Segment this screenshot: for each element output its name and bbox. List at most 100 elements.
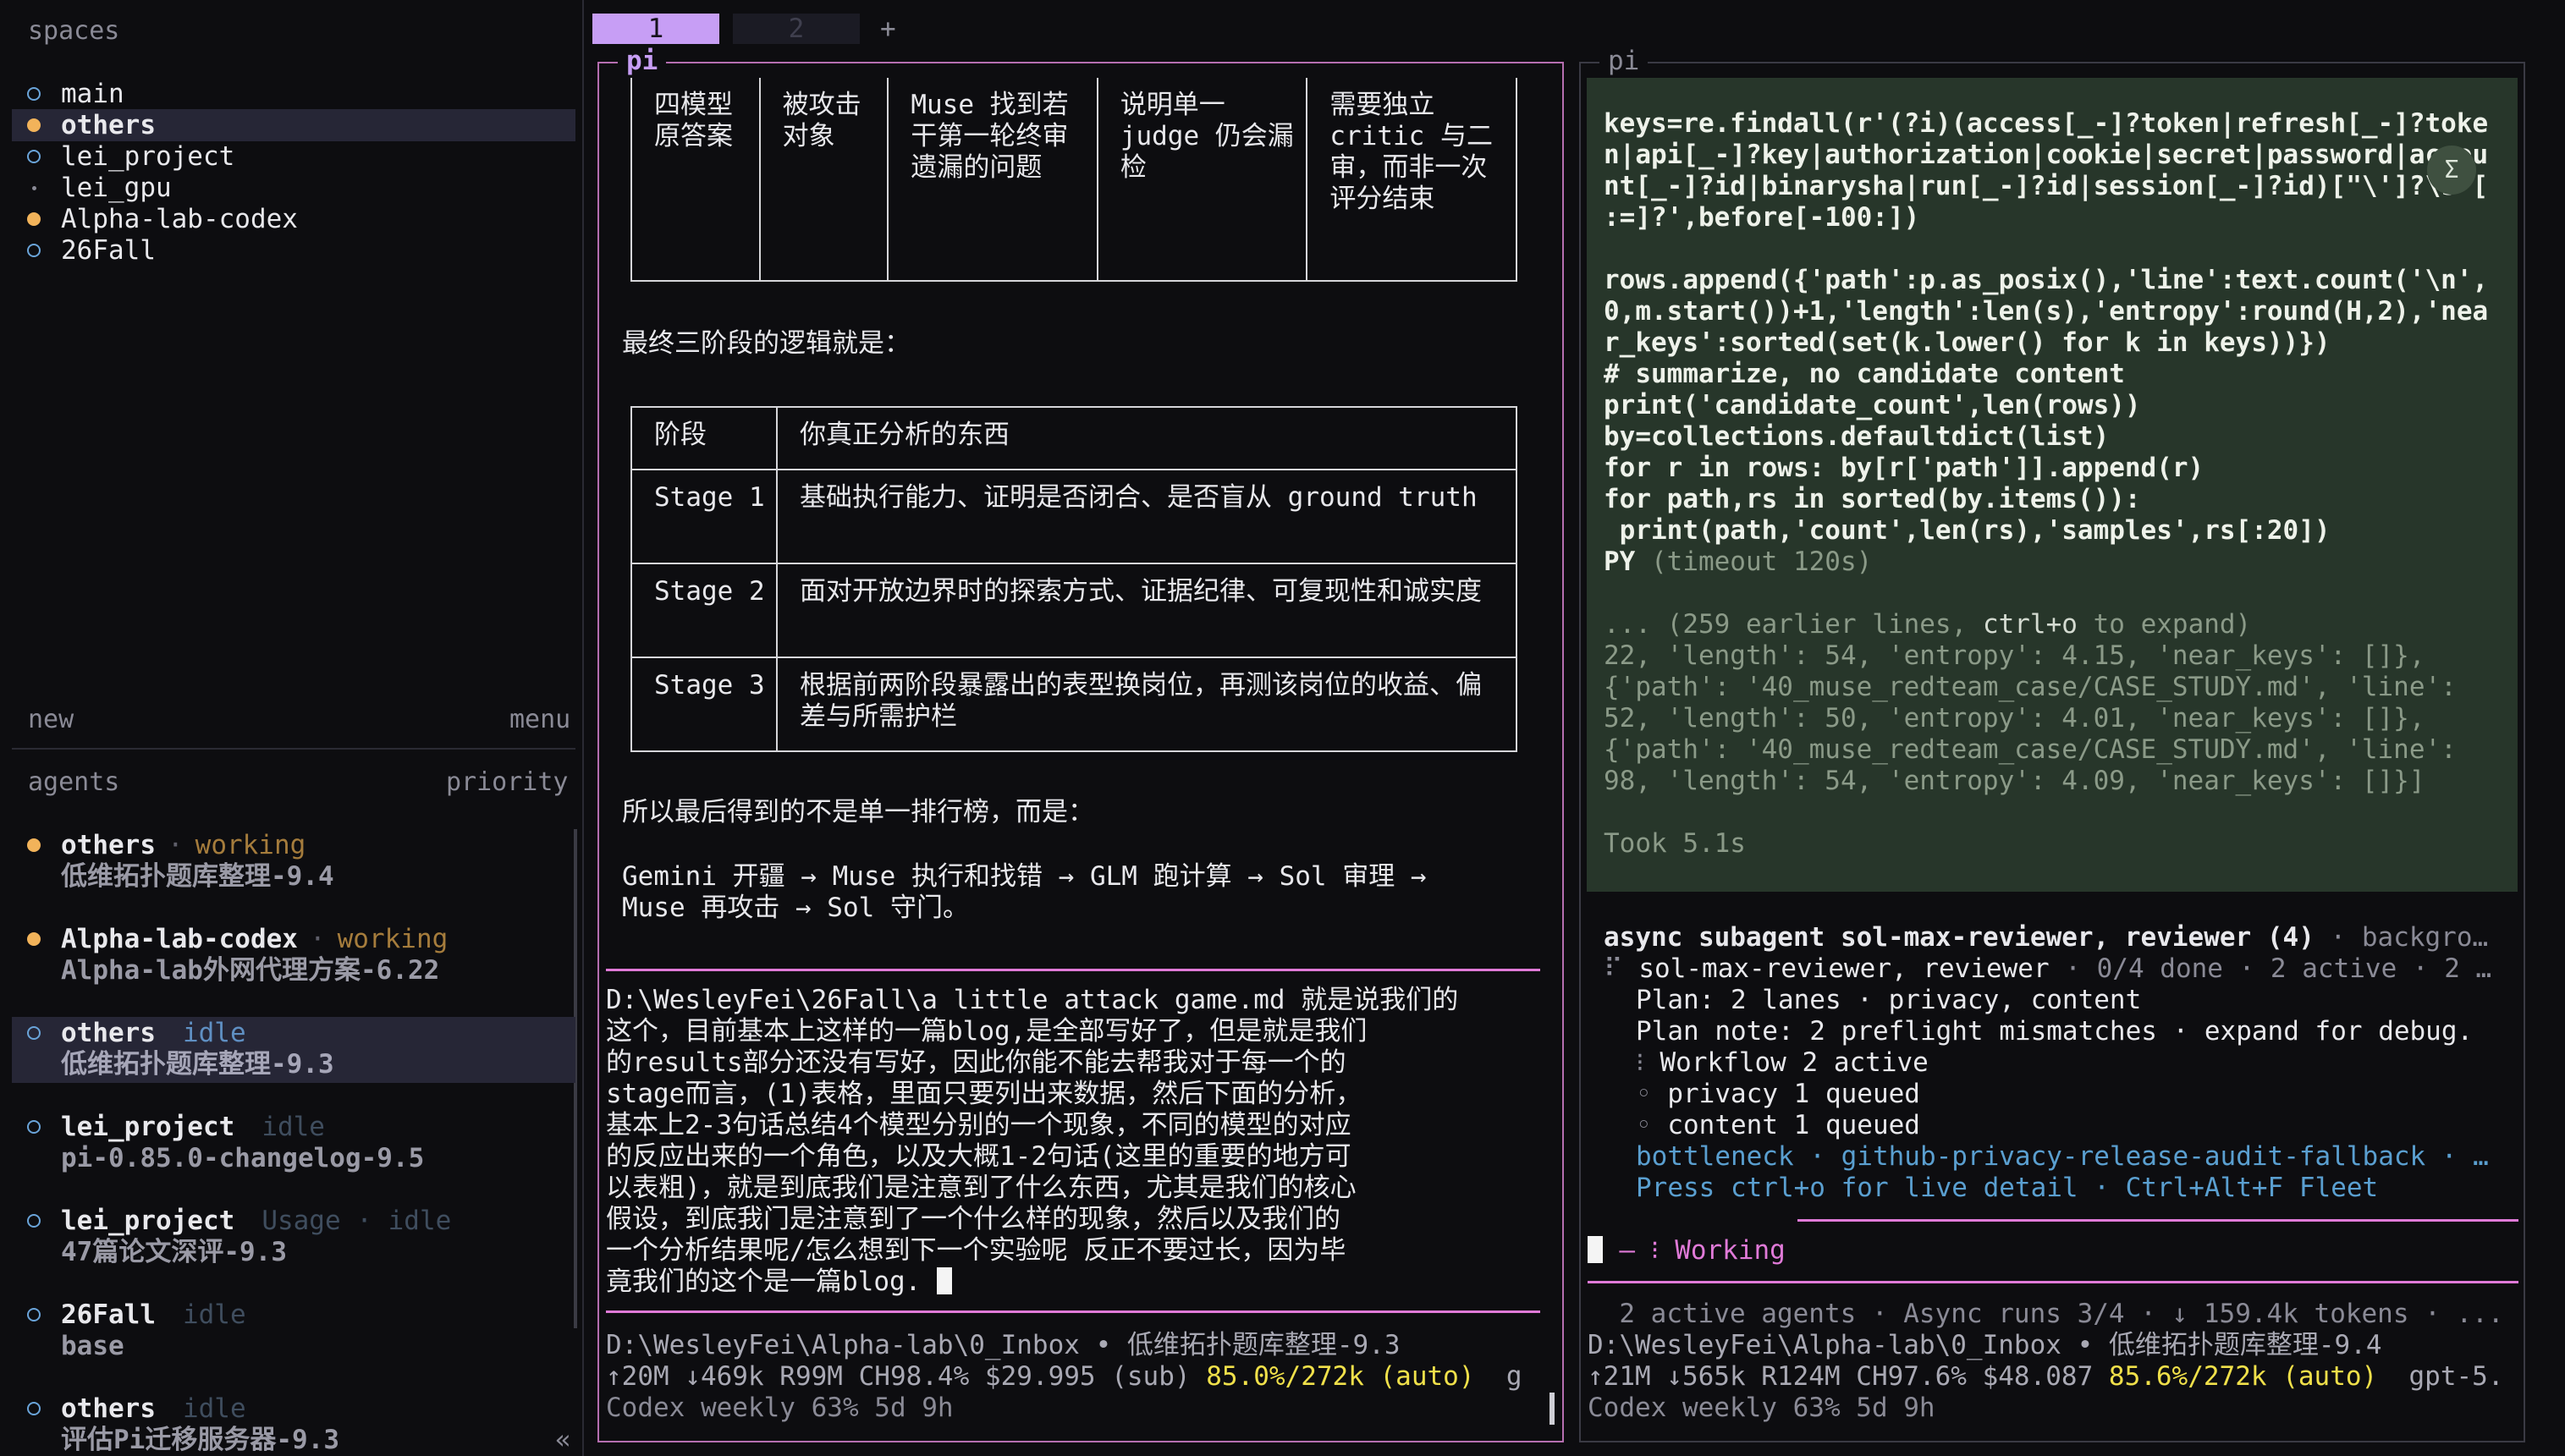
code-line: nt[_-]?id|binarysha|run[_-]?id|session[_… [1604,171,2489,201]
subagent-line: ⠏ sol-max-reviewer, reviewer · 0/4 done … [1604,953,2491,985]
agent-name: others [61,1393,156,1424]
space-status-icon [27,118,41,132]
input-line: 假设，到底我门是注意到了一个什么样的现象，然后以及我们的 [606,1204,1340,1234]
agent-status: idle [182,1017,246,1048]
spinner-icon: ⠏ [1604,953,1623,984]
space-item-others[interactable]: others [12,109,575,141]
table-cell: 基础执行能力、证明是否闭合、是否盲从 ground truth [776,469,1517,564]
workflow-icon: ⁝ [1636,1047,1644,1078]
input-line: stage而言，(1)表格，里面只要列出来数据，然后下面的分析， [606,1079,1362,1109]
space-label: others [61,109,156,140]
priority-sort-button[interactable]: priority [446,766,569,798]
agent-item-selected[interactable]: others idle 低维拓扑题库整理-9.3 [12,1017,575,1083]
code-line: keys=re.findall(r'(?i)(access[_-]?token|… [1604,108,2489,139]
tab-bar: 1 2 + [592,14,2539,47]
agent-task: Alpha-lab外网代理方案-6.22 [61,955,440,986]
output-line: 52, 'length': 50, 'entropy': 4.01, 'near… [1604,703,2425,733]
table-cell: Stage 2 [630,563,778,658]
agent-status: working [195,829,306,860]
table-row: Stage 3 根据前两阶段暴露出的表型换岗位，再测该岗位的收益、偏差与所需护栏 [630,657,1517,752]
agent-status-icon [27,1402,41,1415]
agent-item[interactable]: lei_project idle pi-0.85.0-changelog-9.5 [12,1111,575,1177]
agent-status: working [337,923,449,954]
status-stats-line: ↑21M ↓565k R124M CH97.6% $48.087 85.6%/2… [1588,1361,2504,1393]
table-cell: 说明单一 judge 仍会漏检 [1096,78,1308,282]
code-line: PY (timeout 120s) [1604,547,1872,578]
space-status-icon [27,212,41,226]
menu-button[interactable]: menu [509,704,570,735]
table-row: 四模型原答案 被攻击对象 Muse 找到若干第一轮终审遗漏的问题 说明单一 ju… [630,78,1517,282]
tab-1[interactable]: 1 [592,14,719,44]
pane-title: pi [1599,46,1649,77]
right-prompt-input[interactable] [1588,1235,1603,1266]
agent-item[interactable]: Alpha-lab-codex · working Alpha-lab外网代理方… [12,923,575,989]
agent-name: lei_project [61,1205,235,1236]
space-item-lei-project[interactable]: lei_project [12,140,575,173]
pane-scrollbar[interactable] [1549,1393,1555,1425]
space-label: main [61,78,124,109]
input-line: D:\WesleyFei\26Fall\a little attack game… [606,985,1459,1015]
subagent-line-text: privacy 1 queued [1651,1079,1920,1109]
expand-note[interactable]: ... (259 earlier lines, ctrl+o to expand… [1604,609,2251,640]
status-stats-line: ↑20M ↓469k R99M CH98.4% $29.995 (sub) 85… [606,1361,1522,1393]
code-line: print('candidate_count',len(rows)) [1604,390,2141,420]
expand-note-text: to expand) [2077,609,2252,640]
status-path: D:\WesleyFei\Alpha-lab\0_Inbox • 低维拓扑题库整… [1588,1330,2382,1360]
output-line: 22, 'length': 54, 'entropy': 4.15, 'near… [1604,640,2425,671]
prompt-input[interactable]: D:\WesleyFei\26Fall\a little attack game… [606,985,1540,1298]
agent-status: idle [182,1393,246,1424]
expand-note-text: ... (259 earlier lines, [1604,609,1983,640]
space-item-lei-gpu[interactable]: lei_gpu [12,172,575,204]
sigma-icon[interactable]: Σ [2427,146,2476,195]
agent-status-icon [27,932,41,946]
input-line: 的results部分还没有写好，因此你能不能去帮我对于每一个的 [606,1047,1346,1078]
agent-status-icon [27,1308,41,1321]
context-usage: 85.0%/272k (auto) [1206,1361,1475,1392]
space-item-main[interactable]: main [12,78,575,110]
tool-output-block: keys=re.findall(r'(?i)(access[_-]?token|… [1587,78,2518,892]
agent-task: 低维拓扑题库整理-9.3 [61,1049,334,1080]
agent-task: base [61,1331,124,1361]
space-item-26fall[interactable]: 26Fall [12,234,575,266]
space-item-alpha-lab-codex[interactable]: Alpha-lab-codex [12,203,575,235]
new-space-button[interactable]: new [28,704,74,735]
agents-status-line: 2 active agents · Async runs 3/4 · ↓ 159… [1588,1299,2504,1329]
agent-task: 评估Pi迁移服务器-9.3 [61,1425,339,1455]
collapse-sidebar-icon[interactable]: « [555,1425,571,1456]
subagent-title: async subagent sol-max-reviewer, reviewe… [1604,922,2315,953]
space-status-icon [32,185,36,190]
bottleneck-line: bottleneck · github-privacy-release-audi… [1636,1141,2489,1172]
subagent-header[interactable]: async subagent sol-max-reviewer, reviewe… [1604,922,2488,953]
duration-note: Took 5.1s [1604,828,1746,859]
code-line: rows.append({'path':p.as_posix(),'line':… [1604,265,2489,295]
flow-line: Gemini 开疆 → Muse 执行和找错 → GLM 跑计算 → Sol 审… [622,861,1427,892]
agent-status-icon [27,838,41,852]
agent-item[interactable]: others · working 低维拓扑题库整理-9.4 [12,829,575,895]
input-line: 以表粗)，就是到底我们是注意到了什么东西，尤其是我们的核心 [606,1173,1357,1203]
usage-stats: ↑21M ↓565k R124M CH97.6% $48.087 [1588,1361,2109,1392]
agent-status: idle [261,1111,325,1142]
table-cell: 被攻击对象 [758,78,889,282]
queued-icon: ◦ [1636,1110,1652,1140]
agent-item[interactable]: 26Fall idle base [12,1299,575,1365]
agent-status-icon [27,1026,41,1040]
spaces-header: spaces [28,16,120,46]
space-label: lei_project [61,140,235,172]
agent-item[interactable]: others idle 评估Pi迁移服务器-9.3 [12,1393,575,1456]
table-cell: Muse 找到若干第一轮终审遗漏的问题 [887,78,1098,282]
live-detail-hint[interactable]: Press ctrl+o for live detail · Ctrl+Alt+… [1636,1173,2378,1204]
agent-item[interactable]: lei_project Usage · idle 47篇论文深评-9.3 [12,1205,575,1271]
tab-2[interactable]: 2 [733,14,860,44]
subagent-line-text: Workflow 2 active [1643,1047,1929,1078]
space-label: Alpha-lab-codex [61,203,298,234]
agent-status: idle [182,1299,246,1330]
agent-status-icon [27,1120,41,1134]
code-line: by=collections.defaultdict(list) [1604,421,2110,452]
input-line: 这个，目前基本上这样的一篇blog,是全部写好了，但是就是我们 [606,1016,1368,1047]
paragraph: 最终三阶段的逻辑就是： [622,328,911,359]
new-tab-button[interactable]: + [880,14,896,44]
table-row: Stage 1 基础执行能力、证明是否闭合、是否盲从 ground truth [630,469,1517,564]
subagent-line: ◦ content 1 queued [1636,1110,1920,1141]
table-cell: Stage 1 [630,469,778,564]
space-label: 26Fall [61,234,156,266]
